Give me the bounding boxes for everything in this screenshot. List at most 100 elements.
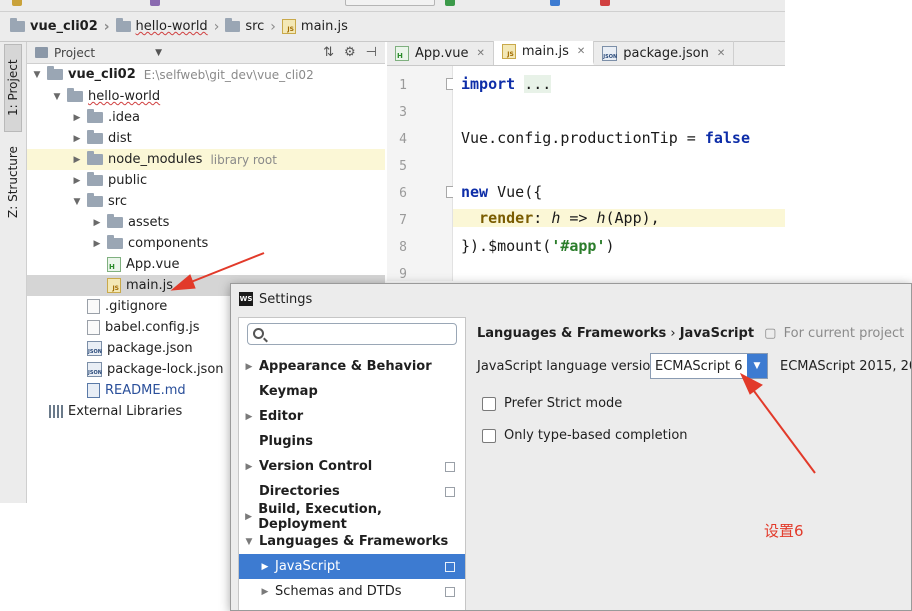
update-icon[interactable] [550, 0, 560, 6]
breadcrumb-item-root[interactable]: vue_cli02 › [10, 18, 110, 35]
nav-item-label: Keymap [259, 384, 318, 399]
chevron-right-icon[interactable]: ▶ [71, 113, 83, 123]
tree-item-dist[interactable]: ▶ dist [27, 128, 385, 149]
tree-item-public[interactable]: ▶ public [27, 170, 385, 191]
project-scope-icon [445, 561, 455, 572]
prefer-strict-checkbox[interactable]: Prefer Strict mode [482, 396, 622, 411]
chevron-down-icon[interactable]: ▼ [51, 92, 63, 102]
code-editor[interactable]: import ... Vue.config.productionTip = fa… [453, 66, 785, 281]
breadcrumb-item-src[interactable]: src › [225, 18, 276, 35]
nav-item-javascript[interactable]: ▶ JavaScript [239, 554, 465, 579]
tree-item-node-modules[interactable]: ▶ node_modules library root [27, 149, 385, 170]
close-icon[interactable]: ✕ [577, 46, 585, 57]
breadcrumb-item-hello-world[interactable]: hello-world › [115, 18, 219, 35]
settings-path-parent: Languages & Frameworks [477, 326, 667, 341]
js-file-icon [501, 44, 516, 59]
run-icon[interactable] [445, 0, 455, 6]
settings-path-current: JavaScript [679, 326, 755, 341]
breadcrumb-item-main-js[interactable]: JS main.js [281, 19, 348, 34]
close-icon[interactable]: ✕ [476, 48, 484, 59]
ide-window: vue_cli02 › hello-world › src › JS main.… [0, 0, 912, 611]
tree-item-idea[interactable]: ▶ .idea [27, 107, 385, 128]
chevron-right-icon[interactable]: ▶ [91, 239, 103, 249]
tree-item-hello-world[interactable]: ▼ hello-world [27, 86, 385, 107]
run-config-icon[interactable] [150, 0, 160, 6]
nav-item-keymap[interactable]: Keymap [239, 379, 465, 404]
project-view-selector[interactable]: Project [54, 46, 95, 60]
chevron-right-icon[interactable]: ▶ [71, 155, 83, 165]
dialog-title: Settings [259, 291, 313, 307]
editor-tabs: App.vue ✕ main.js ✕ package.json ✕ [387, 41, 785, 66]
line-number: 3 [399, 105, 407, 120]
chevron-down-icon[interactable]: ▼ [71, 197, 83, 207]
nav-item-label: Languages & Frameworks [259, 534, 449, 549]
vue-file-icon [395, 45, 409, 61]
tree-item-path: E:\selfweb\git_dev\vue_cli02 [143, 67, 314, 82]
chevron-right-icon: ▶ [245, 511, 253, 522]
tool-tab-project[interactable]: 1: Project [4, 44, 22, 132]
type-based-completion-checkbox[interactable]: Only type-based completion [482, 428, 688, 443]
chevron-right-icon[interactable]: ▶ [71, 176, 83, 186]
chevron-right-icon[interactable]: ▶ [71, 134, 83, 144]
tab-app-vue[interactable]: App.vue ✕ [387, 41, 494, 65]
json-file-icon [87, 362, 102, 377]
nav-item-plugins[interactable]: Plugins [239, 429, 465, 454]
settings-content: Languages & Frameworks › JavaScript ▢ Fo… [468, 317, 911, 610]
breadcrumb-label: vue_cli02 [30, 19, 98, 34]
folder-icon [87, 172, 103, 186]
tool-tab-structure[interactable]: Z: Structure [4, 137, 22, 227]
stop-icon[interactable] [600, 0, 610, 6]
js-file-icon [87, 320, 100, 335]
text-file-icon [87, 299, 100, 314]
js-file-icon: JS [281, 19, 296, 34]
folder-icon [87, 130, 103, 144]
nav-item-label: Build, Execution, Deployment [258, 501, 382, 532]
folder-icon [107, 235, 123, 249]
nav-item-build[interactable]: ▶ Build, Execution, Deployment [239, 501, 465, 532]
checkbox-box[interactable] [482, 396, 496, 411]
tree-item-app-vue[interactable]: App.vue [27, 254, 385, 275]
for-current-project-label: For current project [783, 326, 905, 341]
chevron-down-icon[interactable]: ▼ [747, 354, 767, 378]
run-config-select[interactable] [345, 0, 435, 6]
chevron-right-icon: ▶ [261, 561, 269, 572]
folder-icon [87, 193, 103, 207]
settings-search-input[interactable] [247, 323, 457, 345]
search-icon [253, 328, 264, 339]
tree-item-label: package-lock.json [107, 362, 224, 377]
language-version-description: ECMAScript 2015, 2016 [780, 359, 911, 374]
chevron-down-icon[interactable]: ▼ [31, 70, 43, 80]
tree-item-label: assets [128, 215, 170, 230]
tree-item-assets[interactable]: ▶ assets [27, 212, 385, 233]
chevron-down-icon[interactable]: ▼ [155, 48, 162, 58]
open-folder-icon[interactable] [12, 0, 22, 6]
nav-item-schemas[interactable]: ▶ Schemas and DTDs [239, 579, 465, 604]
tree-item-root[interactable]: ▼ vue_cli02 E:\selfweb\git_dev\vue_cli02 [27, 64, 385, 85]
tree-item-label: node_modules [108, 152, 203, 167]
tree-item-components[interactable]: ▶ components [27, 233, 385, 254]
language-version-select[interactable]: ECMAScript 6 ▼ [650, 353, 768, 379]
chevron-right-icon[interactable]: ▶ [91, 218, 103, 228]
main-toolbar [0, 0, 785, 12]
nav-item-languages[interactable]: ▼ Languages & Frameworks [239, 529, 465, 554]
tree-item-src[interactable]: ▼ src [27, 191, 385, 212]
line-number: 1 [399, 78, 407, 93]
nav-item-appearance[interactable]: ▶ Appearance & Behavior [239, 354, 465, 379]
nav-item-label: Schemas and DTDs [275, 584, 402, 599]
tab-package-json[interactable]: package.json ✕ [594, 41, 735, 65]
close-icon[interactable]: ✕ [717, 48, 725, 59]
tab-main-js[interactable]: main.js ✕ [493, 41, 595, 65]
tree-item-label: babel.config.js [105, 320, 200, 335]
hide-panel-icon[interactable]: ⊣ [366, 45, 377, 60]
nav-item-label: JavaScript [275, 559, 341, 574]
checkbox-box[interactable] [482, 428, 496, 443]
vue-file-icon [107, 257, 121, 272]
js-file-icon [107, 278, 121, 293]
folder-icon [67, 88, 83, 102]
collapse-all-icon[interactable]: ⇅ [323, 45, 334, 60]
nav-item-label: Directories [259, 484, 340, 499]
nav-item-version-control[interactable]: ▶ Version Control [239, 454, 465, 479]
gear-icon[interactable]: ⚙ [344, 45, 356, 60]
nav-item-directories[interactable]: Directories [239, 479, 465, 504]
nav-item-editor[interactable]: ▶ Editor [239, 404, 465, 429]
